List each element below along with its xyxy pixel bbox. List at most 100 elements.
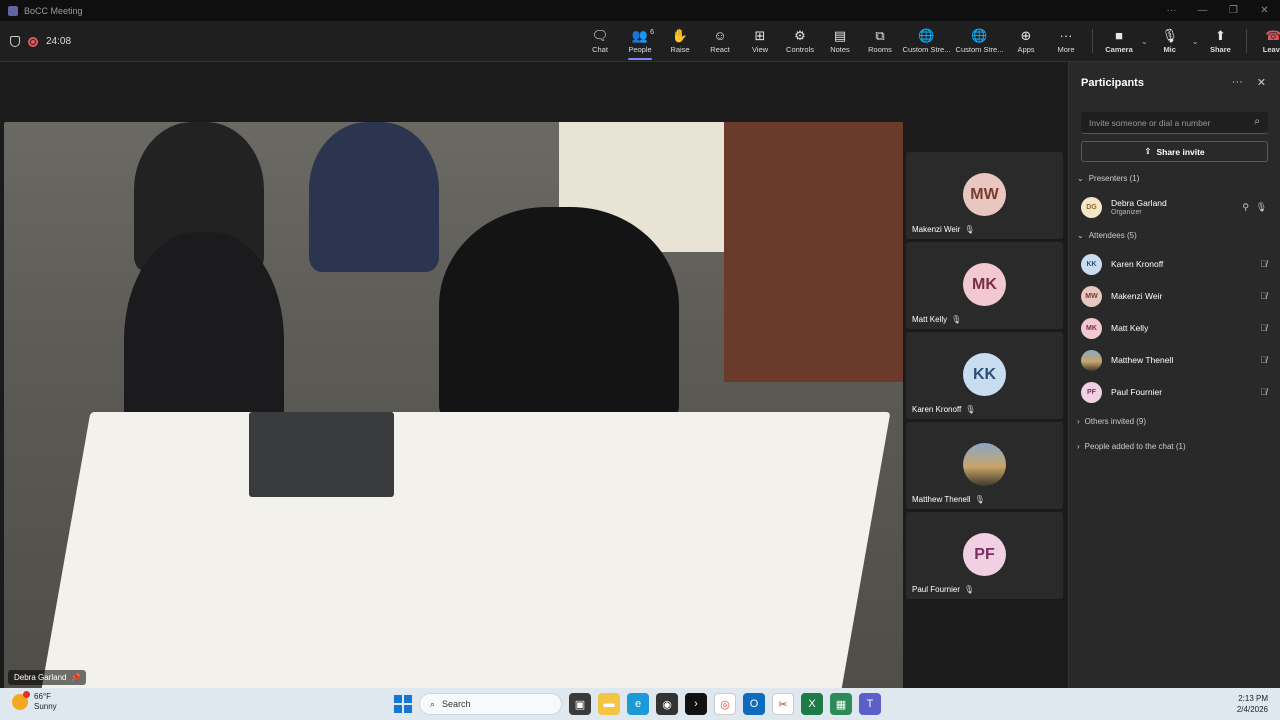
chevron-down-icon: ⌄ [1077,231,1084,240]
camera-icon: ■ [1115,28,1123,43]
mic-off-icon: 🎙̸ [1260,259,1267,269]
notes-button[interactable]: ▤ Notes [820,21,860,62]
chat-button[interactable]: 🗨 Chat [580,21,620,62]
mic-icon: 🎙 [951,315,962,324]
participant-row[interactable]: KK Karen Kronoff 🎙̸ [1081,251,1271,277]
pin-icon[interactable]: ⚲ [1242,202,1249,213]
globe-icon: 🌐 [918,28,935,43]
share-icon: ⇪ [1144,146,1152,156]
maximize-button[interactable]: ❐ [1218,0,1249,21]
close-icon[interactable]: ✕ [1257,76,1266,89]
people-button[interactable]: 👥 6 People [620,21,660,62]
participant-row[interactable]: MK Matt Kelly 🎙̸ [1081,315,1271,341]
participant-tile[interactable]: Matthew Thenell 🎙 [906,422,1063,509]
avatar-photo [1081,349,1102,371]
avatar: MK [1081,317,1102,339]
participant-row[interactable]: MW Makenzi Weir 🎙̸ [1081,283,1271,309]
weather-widget[interactable]: 66°F Sunny [12,691,57,712]
pin-icon: 📌 [70,673,81,682]
mic-off-icon: 🎙̸ [1260,387,1267,397]
search-icon: ⌕ [430,698,436,709]
share-invite-button[interactable]: ⇪ Share invite [1081,141,1268,162]
apps-icon: ⊕ [1020,28,1032,43]
spreadsheet-icon[interactable]: ▦ [830,693,852,715]
avatar: MK [963,263,1006,306]
camera-options-chevron-icon[interactable]: ⌄ [1141,37,1148,46]
taskbar-search[interactable]: ⌕ Search [419,693,562,715]
snipping-tool-icon[interactable]: ✂ [772,693,794,715]
raise-hand-button[interactable]: ✋ Raise [660,21,700,62]
view-button[interactable]: ⊞ View [740,21,780,62]
more-options-icon[interactable]: ··· [1232,76,1243,89]
participant-row[interactable]: Matthew Thenell 🎙̸ [1081,347,1271,373]
mic-off-icon: 🎙̸ [1260,291,1267,301]
video-person [309,122,439,272]
presenters-section-toggle[interactable]: ⌄ Presenters (1) [1077,174,1139,183]
participant-tile[interactable]: PF Paul Fournier 🎙 [906,512,1063,599]
rooms-button[interactable]: ⧉ Rooms [860,21,900,62]
close-window-button[interactable]: ✕ [1249,0,1280,21]
obs-icon[interactable]: ◉ [656,693,678,715]
mic-icon: 🎙 [964,225,975,234]
shield-icon[interactable] [10,36,20,47]
teams-icon[interactable]: T [859,693,881,715]
participant-tile[interactable]: MW Makenzi Weir 🎙 [906,152,1063,239]
apps-button[interactable]: ⊕ Apps [1006,21,1046,62]
custom-stream-button-2[interactable]: 🌐 Custom Stre... [953,21,1006,62]
added-to-chat-toggle[interactable]: › People added to the chat (1) [1077,442,1186,451]
more-icon: ··· [1059,28,1073,43]
react-icon: ☺ [713,28,727,43]
edge-icon[interactable]: e [627,693,649,715]
mic-off-icon: 🎙̸ [1260,323,1267,333]
more-window-icon[interactable]: ··· [1156,0,1187,21]
participant-row[interactable]: DG Debra Garland Organizer ⚲ 🎙 [1081,194,1271,220]
more-button[interactable]: ··· More [1046,21,1086,62]
main-video[interactable]: Debra Garland 📌 [4,122,903,689]
excel-icon[interactable]: X [801,693,823,715]
participant-tile[interactable]: MK Matt Kelly 🎙 [906,242,1063,329]
sun-icon [12,691,30,710]
participant-row[interactable]: PF Paul Fournier 🎙̸ [1081,379,1271,405]
share-button[interactable]: ⬆ Share [1200,21,1240,62]
mic-icon: 🎙 [965,405,976,414]
invite-input[interactable]: Invite someone or dial a number ⌕ [1081,112,1268,134]
react-button[interactable]: ☺ React [700,21,740,62]
camera-button[interactable]: ■ Camera [1099,21,1139,62]
view-icon: ⊞ [754,28,766,43]
minimize-button[interactable]: — [1187,0,1218,21]
mic-icon: 🎙 [1161,28,1178,43]
taskbar-apps: ⌕ Search ▣ ▬ e ◉ › ◎ O ✂ X ▦ T [394,692,881,716]
participant-tile[interactable]: KK Karen Kronoff 🎙 [906,332,1063,419]
video-laptop [249,412,394,497]
terminal-icon[interactable]: › [685,693,707,715]
others-invited-toggle[interactable]: › Others invited (9) [1077,417,1146,426]
leave-button[interactable]: ☎Leave [1253,21,1280,62]
avatar: KK [963,353,1006,396]
controls-icon: ⚙ [794,28,806,43]
phone-hangup-icon: ☎ [1265,28,1280,43]
task-view-icon[interactable]: ▣ [569,693,591,715]
outlook-icon[interactable]: O [743,693,765,715]
chevron-right-icon: › [1077,417,1080,426]
windows-start-icon[interactable] [394,695,412,713]
title-bar: BoCC Meeting ··· — ❐ ✕ [0,0,1280,21]
system-clock[interactable]: 2:13 PM 2/4/2026 [1237,693,1268,715]
avatar: MW [1081,285,1102,307]
participants-panel: Participants ··· ✕ Invite someone or dia… [1068,62,1280,688]
mic-options-chevron-icon[interactable]: ⌄ [1192,37,1199,46]
attendees-section-toggle[interactable]: ⌄ Attendees (5) [1077,231,1137,240]
mic-icon: 🎙 [974,495,985,504]
globe-icon: 🌐 [971,28,988,43]
meeting-status: 24:08 [10,21,71,62]
file-explorer-icon[interactable]: ▬ [598,693,620,715]
meeting-toolbar: 24:08 🗨 Chat 👥 6 People ✋ Raise ☺ React ⊞ View… [0,21,1280,62]
participant-tiles: MW Makenzi Weir 🎙 MK Matt Kelly 🎙 KK Karen… [906,152,1063,602]
mic-button[interactable]: 🎙 Mic [1150,21,1190,62]
custom-stream-button-1[interactable]: 🌐 Custom Stre... [900,21,953,62]
chat-icon: 🗨 [591,28,609,43]
teams-logo-icon [8,5,18,16]
raise-hand-icon: ✋ [671,28,689,43]
avatar: PF [1081,381,1102,403]
chrome-icon[interactable]: ◎ [714,693,736,715]
controls-button[interactable]: ⚙ Controls [780,21,820,62]
